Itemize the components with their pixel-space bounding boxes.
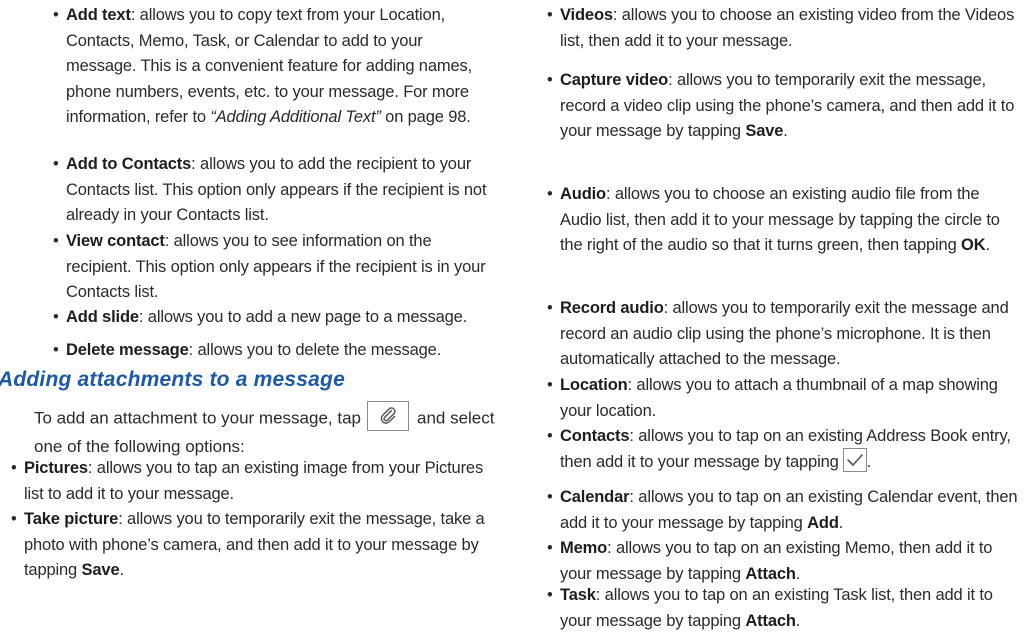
list-item-delete-message: • Delete message: allows you to delete th…	[53, 341, 442, 359]
list-item-pictures: • Pictures: allows you to tap an existing…	[11, 459, 484, 503]
list-item-take-picture: • Take picture: allows you to temporarily…	[11, 510, 485, 579]
list-item-calendar: • Calendar: allows you to tap on an exist…	[547, 488, 1018, 532]
list-item-audio: • Audio: allows you to choose an existing…	[547, 185, 1000, 254]
item-label: Pictures	[24, 459, 88, 477]
list-item-add-text: • Add text: allows you to copy text from …	[53, 3, 496, 131]
list-item-add-to-contacts: • Add to Contacts: allows you to add the …	[53, 155, 487, 224]
list-item-capture-video: • Capture video: allows you to temporaril…	[547, 71, 1015, 140]
list-item-memo: • Memo: allows you to tap on an existing …	[547, 539, 993, 583]
item-label: Videos	[560, 6, 613, 24]
item-label: Add to Contacts	[66, 155, 192, 173]
cross-reference-link[interactable]: “Adding Additional Text”	[210, 108, 381, 126]
item-text: : allows you to choose an existing audio…	[560, 185, 1000, 254]
paperclip-icon	[366, 401, 409, 431]
list-item-view-contact: • View contact: allows you to see informa…	[53, 232, 486, 301]
section-heading: Adding attachments to a message	[0, 368, 345, 391]
item-label: Take picture	[24, 510, 119, 528]
item-label: Record audio	[560, 299, 664, 317]
button-name: Save	[81, 561, 120, 579]
item-label: View contact	[66, 232, 165, 250]
item-text: : allows you to add a new page to a mess…	[138, 308, 468, 326]
list-item-videos: • Videos: allows you to choose an existin…	[547, 6, 1015, 50]
item-text: : allows you to choose an existing video…	[560, 6, 1015, 50]
list-item-task: • Task: allows you to tap on an existing …	[547, 586, 993, 630]
item-label: Contacts	[560, 427, 630, 445]
item-label: Task	[560, 586, 596, 604]
item-label: Memo	[560, 539, 608, 557]
checkmark-icon	[842, 448, 867, 473]
item-text-after: on page 98.	[380, 108, 471, 126]
item-text: : allows you to tap an existing image fr…	[24, 459, 484, 503]
list-item-record-audio: • Record audio: allows you to temporarily…	[547, 299, 1009, 368]
list-item-location: • Location: allows you to attach a thumbn…	[547, 376, 998, 420]
list-item-contacts: • Contacts: allows you to tap on an exist…	[547, 427, 1011, 473]
item-label: Delete message	[66, 341, 189, 359]
item-label: Capture video	[560, 71, 669, 89]
item-label: Calendar	[560, 488, 630, 506]
item-label: Audio	[560, 185, 606, 203]
item-label: Add text	[66, 6, 131, 24]
list-item-add-slide: • Add slide: allows you to add a new page…	[53, 308, 468, 326]
item-text: : allows you to delete the message.	[188, 341, 442, 359]
item-label: Add slide	[66, 308, 139, 326]
bullet: •	[53, 6, 59, 24]
item-text: : allows you to tap on an existing Calen…	[560, 488, 1018, 532]
item-label: Location	[560, 376, 628, 394]
intro-paragraph: To add an attachment to your message, ta…	[34, 401, 504, 460]
